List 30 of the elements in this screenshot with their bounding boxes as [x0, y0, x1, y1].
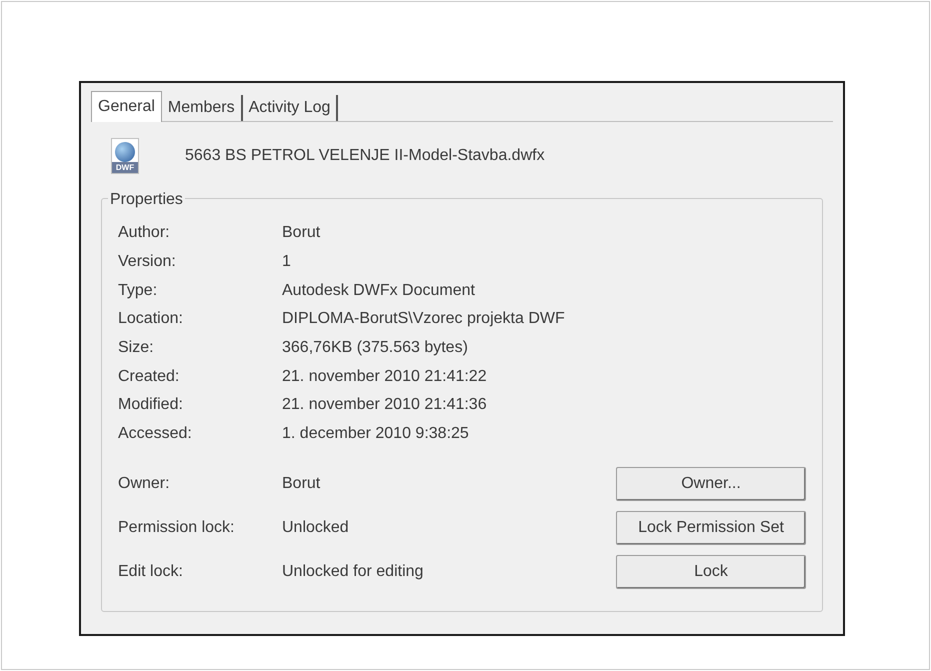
tab[interactable]: Activity Log: [242, 95, 338, 121]
property-label: Owner:: [118, 474, 171, 494]
action-button[interactable]: Lock: [616, 554, 806, 588]
property-value: Borut: [282, 223, 320, 244]
property-value: 21. november 2010 21:41:36: [282, 395, 487, 416]
property-label: Accessed:: [118, 424, 193, 444]
icon-label: DWF: [112, 162, 138, 173]
property-label: Type:: [118, 280, 158, 301]
property-label: Permission lock:: [118, 518, 236, 538]
property-value: Autodesk DWFx Document: [282, 280, 475, 301]
property-label: Version:: [118, 252, 177, 272]
file-name: 5663 BS PETROL VELENJE II-Model-Stavba.dwfx: [185, 146, 545, 166]
property-value: DIPLOMA-BorutS\Vzorec projekta DWF: [282, 309, 565, 330]
action-button[interactable]: Lock Permission Set: [616, 510, 806, 544]
property-value: 1: [282, 252, 291, 272]
action-button[interactable]: Owner...: [616, 466, 806, 500]
tab[interactable]: General: [91, 91, 162, 122]
property-label: Modified:: [118, 395, 184, 416]
property-label: Edit lock:: [118, 562, 184, 582]
property-value: Unlocked: [282, 518, 350, 538]
tab[interactable]: Members: [162, 95, 243, 121]
property-label: Location:: [118, 309, 184, 330]
property-value: Unlocked for editing: [282, 562, 424, 582]
property-value: 366,76KB (375.563 bytes): [282, 338, 468, 358]
property-label: Author:: [118, 223, 171, 244]
property-label: Created:: [118, 366, 180, 387]
property-value: Borut: [282, 474, 322, 494]
property-label: Size:: [118, 338, 155, 358]
property-value: 21. november 2010 21:41:22: [282, 366, 487, 387]
property-value: 1. december 2010 9:38:25: [282, 424, 469, 444]
